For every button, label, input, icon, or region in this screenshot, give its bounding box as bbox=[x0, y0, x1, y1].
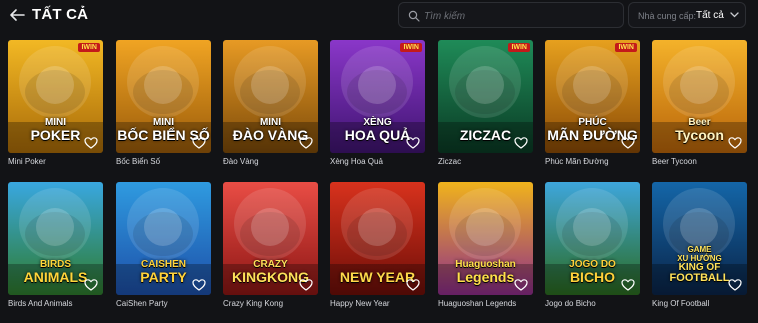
game-name[interactable]: CaiShen Party bbox=[116, 299, 211, 308]
game-card[interactable]: MINI BỐC BIỂN SỐ Bốc Biển Số bbox=[116, 40, 211, 166]
game-name[interactable]: Beer Tycoon bbox=[652, 157, 747, 166]
page-title: TẤT CẢ bbox=[32, 6, 89, 23]
provider-select[interactable]: Nhà cung cấp: Tất cả bbox=[628, 2, 746, 28]
favorite-heart-icon[interactable] bbox=[621, 278, 635, 292]
game-card[interactable]: CAISHEN PARTY CaiShen Party bbox=[116, 182, 211, 308]
game-thumbnail[interactable]: Beer Tycoon bbox=[652, 40, 747, 153]
game-name[interactable]: Đào Vàng bbox=[223, 157, 318, 166]
game-thumbnail[interactable]: CAISHEN PARTY bbox=[116, 182, 211, 295]
game-name[interactable]: King Of Football bbox=[652, 299, 747, 308]
game-name[interactable]: Ziczac bbox=[438, 157, 533, 166]
game-card[interactable]: Huaguoshan Legends Huaguoshan Legends bbox=[438, 182, 533, 308]
game-card[interactable]: BIRDS ANIMALS Birds And Animals bbox=[8, 182, 103, 308]
search-input[interactable] bbox=[424, 7, 619, 25]
provider-badge: IWIN bbox=[508, 43, 530, 52]
provider-badge: IWIN bbox=[400, 43, 422, 52]
favorite-heart-icon[interactable] bbox=[406, 278, 420, 292]
favorite-heart-icon[interactable] bbox=[299, 278, 313, 292]
game-thumbnail[interactable]: Huaguoshan Legends bbox=[438, 182, 533, 295]
provider-value: Tất cả bbox=[696, 10, 724, 21]
header: TẤT CẢ Nhà cung cấp: Tất cả bbox=[0, 0, 758, 34]
favorite-heart-icon[interactable] bbox=[192, 278, 206, 292]
favorite-heart-icon[interactable] bbox=[84, 278, 98, 292]
game-thumbnail[interactable]: JOGO DO BICHO bbox=[545, 182, 640, 295]
game-thumbnail[interactable]: IWIN MINI POKER bbox=[8, 40, 103, 153]
provider-label: Nhà cung cấp: bbox=[638, 11, 697, 21]
favorite-heart-icon[interactable] bbox=[514, 136, 528, 150]
game-thumbnail[interactable]: CRAZY KINGKONG bbox=[223, 182, 318, 295]
game-name[interactable]: Jogo do Bicho bbox=[545, 299, 640, 308]
game-thumbnail[interactable]: MINI ĐÀO VÀNG bbox=[223, 40, 318, 153]
favorite-heart-icon[interactable] bbox=[728, 278, 742, 292]
game-card[interactable]: IWIN ZICZAC Ziczac bbox=[438, 40, 533, 166]
game-card[interactable]: IWIN MINI POKER Mini Poker bbox=[8, 40, 103, 166]
game-card[interactable]: JOGO DO BICHO Jogo do Bicho bbox=[545, 182, 640, 308]
game-name[interactable]: Bốc Biển Số bbox=[116, 157, 211, 166]
game-card[interactable]: IWIN PHÚC MÃN ĐƯỜNG Phúc Mãn Đường bbox=[545, 40, 640, 166]
provider-badge: IWIN bbox=[615, 43, 637, 52]
chevron-down-icon bbox=[730, 12, 739, 18]
favorite-heart-icon[interactable] bbox=[84, 136, 98, 150]
game-name[interactable]: Crazy King Kong bbox=[223, 299, 318, 308]
search-box[interactable] bbox=[398, 2, 624, 28]
game-thumbnail[interactable]: IWIN XÈNG HOA QUẢ bbox=[330, 40, 425, 153]
game-card[interactable]: IWIN XÈNG HOA QUẢ Xèng Hoa Quả bbox=[330, 40, 425, 166]
game-card[interactable]: Beer Tycoon Beer Tycoon bbox=[652, 40, 747, 166]
game-name[interactable]: Huaguoshan Legends bbox=[438, 299, 533, 308]
game-name[interactable]: Mini Poker bbox=[8, 157, 103, 166]
game-card[interactable]: MINI ĐÀO VÀNG Đào Vàng bbox=[223, 40, 318, 166]
game-card[interactable]: NEW YEAR Happy New Year bbox=[330, 182, 425, 308]
game-card[interactable]: GAME XU HƯỚNG KING OF FOOTBALL King Of Footb… bbox=[652, 182, 747, 308]
favorite-heart-icon[interactable] bbox=[514, 278, 528, 292]
favorite-heart-icon[interactable] bbox=[621, 136, 635, 150]
game-name[interactable]: Phúc Mãn Đường bbox=[545, 157, 640, 166]
favorite-heart-icon[interactable] bbox=[192, 136, 206, 150]
game-name[interactable]: Birds And Animals bbox=[8, 299, 103, 308]
back-arrow-icon[interactable] bbox=[8, 6, 26, 24]
favorite-heart-icon[interactable] bbox=[406, 136, 420, 150]
game-card[interactable]: CRAZY KINGKONG Crazy King Kong bbox=[223, 182, 318, 308]
game-thumbnail[interactable]: IWIN PHÚC MÃN ĐƯỜNG bbox=[545, 40, 640, 153]
game-thumbnail[interactable]: MINI BỐC BIỂN SỐ bbox=[116, 40, 211, 153]
favorite-heart-icon[interactable] bbox=[728, 136, 742, 150]
game-thumbnail[interactable]: GAME XU HƯỚNG KING OF FOOTBALL bbox=[652, 182, 747, 295]
game-thumbnail[interactable]: IWIN ZICZAC bbox=[438, 40, 533, 153]
favorite-heart-icon[interactable] bbox=[299, 136, 313, 150]
game-name[interactable]: Happy New Year bbox=[330, 299, 425, 308]
search-icon bbox=[408, 10, 420, 22]
game-name[interactable]: Xèng Hoa Quả bbox=[330, 157, 425, 166]
provider-badge: IWIN bbox=[78, 43, 100, 52]
game-thumbnail[interactable]: NEW YEAR bbox=[330, 182, 425, 295]
game-thumbnail[interactable]: BIRDS ANIMALS bbox=[8, 182, 103, 295]
